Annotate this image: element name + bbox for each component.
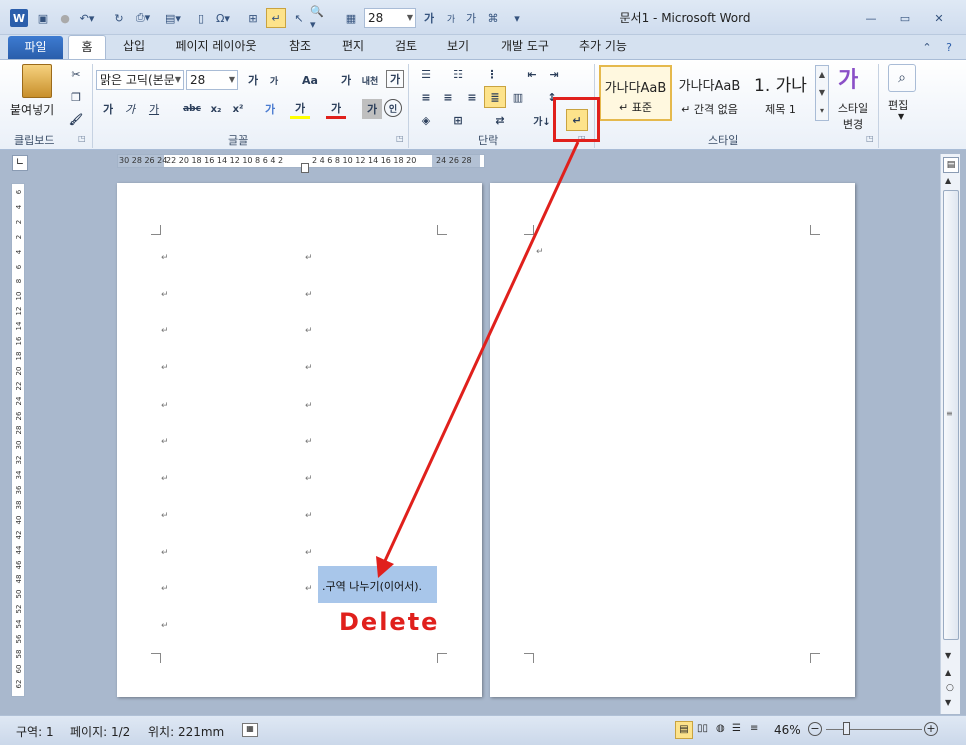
ruler-toggle-icon[interactable]: ▤	[943, 157, 959, 173]
print-layout-icon[interactable]: ▤	[675, 721, 693, 739]
scroll-down-icon[interactable]: ▼	[945, 651, 951, 660]
status-section[interactable]: 구역: 1	[16, 723, 54, 740]
outline-icon[interactable]: ☰	[732, 723, 741, 734]
annotation-arrow	[376, 141, 580, 578]
prev-page-icon[interactable]: ▲	[945, 668, 951, 677]
scroll-up-icon[interactable]: ▲	[945, 176, 951, 185]
zoom-out-icon[interactable]: −	[808, 722, 822, 736]
zoom-in-icon[interactable]: +	[924, 722, 938, 736]
full-screen-reading-icon[interactable]: ▯▯	[697, 723, 708, 734]
zoom-level[interactable]: 46%	[774, 723, 801, 737]
thumb-grip-icon: ≡	[946, 409, 953, 418]
vertical-scrollbar[interactable]: ▤ ▲ ≡ ▼ ▲ ○ ▼	[940, 154, 960, 714]
zoom-slider-track[interactable]	[826, 729, 922, 730]
macro-record-icon[interactable]: ▦	[242, 723, 258, 737]
status-page[interactable]: 페이지: 1/2	[70, 723, 130, 740]
status-bar: 구역: 1 페이지: 1/2 위치: 221mm ▦ ▤ ▯▯ ◍ ☰ ≡ 46…	[0, 715, 966, 745]
status-position[interactable]: 위치: 221mm	[148, 723, 224, 740]
arrow-line	[382, 141, 580, 564]
next-page-icon[interactable]: ▼	[945, 698, 951, 707]
browse-object-icon[interactable]: ○	[946, 683, 954, 693]
zoom-slider-thumb[interactable]	[843, 722, 850, 735]
draft-icon[interactable]: ≡	[750, 723, 758, 734]
web-layout-icon[interactable]: ◍	[716, 723, 725, 734]
